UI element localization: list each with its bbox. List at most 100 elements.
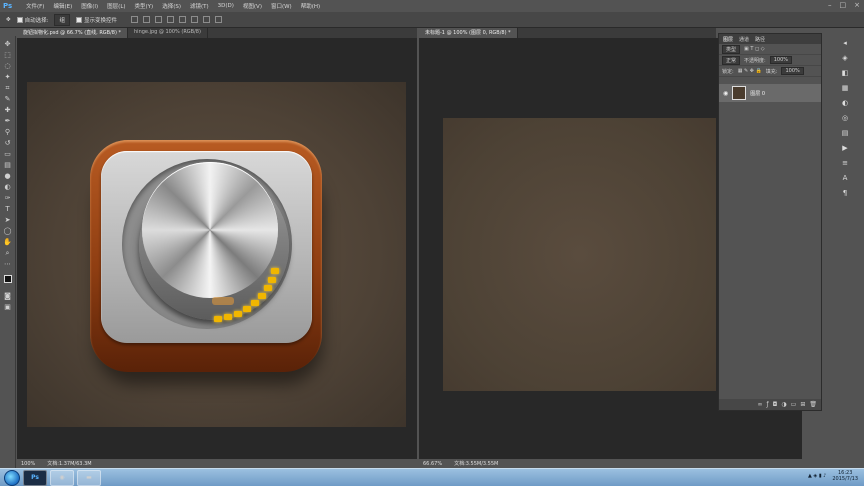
distribute-h-icon[interactable]: [215, 16, 222, 23]
start-button[interactable]: [4, 469, 20, 486]
healing-icon[interactable]: ✚: [2, 106, 13, 114]
menu-edit[interactable]: 编辑(E): [53, 2, 72, 10]
paragraph-icon[interactable]: ¶: [840, 189, 850, 197]
path-select-icon[interactable]: ➤: [2, 216, 13, 224]
menu-image[interactable]: 图像(I): [81, 2, 98, 10]
folder-icon[interactable]: ▭: [791, 401, 797, 408]
close-button[interactable]: ×: [854, 1, 860, 9]
history-brush-icon[interactable]: ↺: [2, 139, 13, 147]
left-doc-size: 文档:1.37M/63.3M: [47, 461, 92, 467]
history-icon[interactable]: ▤: [840, 129, 850, 137]
stamp-icon[interactable]: ⚲: [2, 128, 13, 136]
tab-paths[interactable]: 路径: [755, 36, 765, 43]
eraser-icon[interactable]: ▭: [2, 150, 13, 158]
trash-icon[interactable]: 🗑: [809, 401, 817, 408]
crop-icon[interactable]: ⌗: [2, 84, 13, 92]
tab-layers[interactable]: 图层: [723, 36, 733, 43]
layer-row[interactable]: ◉ 图层 0: [719, 84, 821, 102]
blur-icon[interactable]: ●: [2, 172, 13, 180]
tab-channels[interactable]: 通道: [739, 36, 749, 43]
menu-window[interactable]: 窗口(W): [271, 2, 292, 10]
more-tools-icon[interactable]: ⋯: [2, 260, 13, 268]
right-canvas[interactable]: [443, 118, 716, 391]
fill-input[interactable]: 100%: [781, 67, 804, 75]
clock[interactable]: 16:23 2015/7/13: [832, 470, 858, 482]
foreground-color-swatch[interactable]: [3, 275, 16, 287]
filter-icons[interactable]: ▣ T ◻ ◇: [744, 46, 765, 52]
marquee-icon[interactable]: ⬚: [2, 51, 13, 59]
tab-hinge-jpg[interactable]: hinge.jpg @ 100% (RGB/8): [128, 28, 208, 38]
layer-name[interactable]: 图层 0: [750, 90, 765, 97]
eyedropper-icon[interactable]: ✎: [2, 95, 13, 103]
hand-icon[interactable]: ✋: [2, 238, 13, 246]
menu-file[interactable]: 文件(F): [26, 2, 44, 10]
type-icon[interactable]: T: [2, 205, 13, 213]
move-tool-icon[interactable]: ✥: [6, 17, 11, 23]
auto-select-checkbox[interactable]: [16, 16, 23, 23]
dodge-icon[interactable]: ◐: [2, 183, 13, 191]
3d-icon[interactable]: ◈: [840, 54, 850, 62]
minimize-button[interactable]: –: [828, 1, 832, 9]
auto-select-dropdown[interactable]: 组: [54, 13, 70, 26]
swatches-icon[interactable]: ▦: [840, 84, 850, 92]
align-middle-icon[interactable]: [143, 16, 150, 23]
background-color-swatch[interactable]: [7, 279, 16, 287]
options-bar: ✥ 自动选择: 组 显示变换控件: [0, 12, 864, 28]
move-icon[interactable]: ✥: [2, 40, 13, 48]
shape-icon[interactable]: ◯: [2, 227, 13, 235]
align-bottom-icon[interactable]: [155, 16, 162, 23]
opacity-input[interactable]: 100%: [769, 56, 792, 64]
menu-3d[interactable]: 3D(D): [218, 3, 234, 9]
zoom-icon[interactable]: ⌕: [2, 249, 13, 257]
properties-icon[interactable]: ≡: [840, 159, 850, 167]
align-top-icon[interactable]: [131, 16, 138, 23]
transform-checkbox[interactable]: [75, 16, 82, 23]
link-icon[interactable]: ∞: [758, 401, 763, 408]
visibility-eye-icon[interactable]: ◉: [723, 90, 728, 97]
character-icon[interactable]: A: [840, 174, 850, 182]
maximize-button[interactable]: □: [840, 1, 847, 9]
align-right-icon[interactable]: [191, 16, 198, 23]
menu-help[interactable]: 帮助(H): [301, 2, 320, 10]
adjustment-icon[interactable]: ◑: [781, 401, 786, 408]
fx-icon[interactable]: ƒ: [767, 401, 769, 408]
kind-filter-dropdown[interactable]: 类型: [722, 44, 741, 54]
adjustments-icon[interactable]: ◐: [840, 99, 850, 107]
color-icon[interactable]: ◧: [840, 69, 850, 77]
align-left-icon[interactable]: [167, 16, 174, 23]
layers-panel: 图层 通道 路径 类型 ▣ T ◻ ◇ 正常 不透明度: 100% 锁定: ▦ …: [718, 33, 822, 411]
auto-select-option[interactable]: 自动选择:: [16, 16, 48, 24]
taskbar-folder-icon[interactable]: ▬: [77, 469, 101, 486]
pen-icon[interactable]: ✑: [2, 194, 13, 202]
tools-panel: ✥ ⬚ ◌ ✦ ⌗ ✎ ✚ ✒ ⚲ ↺ ▭ ▤ ● ◐ ✑ T ➤ ◯ ✋ ⌕ …: [0, 36, 16, 468]
blend-mode-dropdown[interactable]: 正常: [722, 55, 741, 65]
lock-icons[interactable]: ▦ ✎ ✥ 🔒: [738, 68, 762, 74]
menu-select[interactable]: 选择(S): [162, 2, 181, 10]
lasso-icon[interactable]: ◌: [2, 62, 13, 70]
tab-knob-psd[interactable]: 旋钮拟物化.psd @ 66.7% (直线, RGB/8) *: [17, 28, 129, 38]
tray-icons[interactable]: ▲ ◈ ▮ ♪: [808, 473, 826, 479]
left-zoom-level[interactable]: 100%: [21, 461, 35, 467]
quick-mask-icon[interactable]: ◙: [2, 292, 13, 300]
minimize-dock-icon[interactable]: ◂: [840, 39, 850, 47]
gradient-icon[interactable]: ▤: [2, 161, 13, 169]
actions-icon[interactable]: ▶: [840, 144, 850, 152]
brush-icon[interactable]: ✒: [2, 117, 13, 125]
transform-controls-option[interactable]: 显示变换控件: [75, 16, 117, 24]
mask-icon[interactable]: ◘: [773, 401, 778, 408]
tab-untitled[interactable]: 未标题-1 @ 100% (图层 0, RGB/8) *: [419, 28, 518, 38]
right-zoom-level[interactable]: 66.67%: [423, 461, 442, 467]
styles-icon[interactable]: ◎: [840, 114, 850, 122]
align-center-icon[interactable]: [179, 16, 186, 23]
menu-filter[interactable]: 滤镜(T): [190, 2, 209, 10]
distribute-icon[interactable]: [203, 16, 210, 23]
taskbar-app-icon[interactable]: ◉: [50, 469, 74, 486]
align-buttons: [131, 16, 222, 23]
menu-layer[interactable]: 图层(L): [107, 2, 125, 10]
menu-type[interactable]: 类型(Y): [135, 2, 154, 10]
taskbar-photoshop-icon[interactable]: Ps: [23, 469, 47, 486]
magic-wand-icon[interactable]: ✦: [2, 73, 13, 81]
screen-mode-icon[interactable]: ▣: [2, 303, 13, 311]
menu-view[interactable]: 视图(V): [243, 2, 262, 10]
new-layer-icon[interactable]: ⊞: [800, 401, 805, 408]
